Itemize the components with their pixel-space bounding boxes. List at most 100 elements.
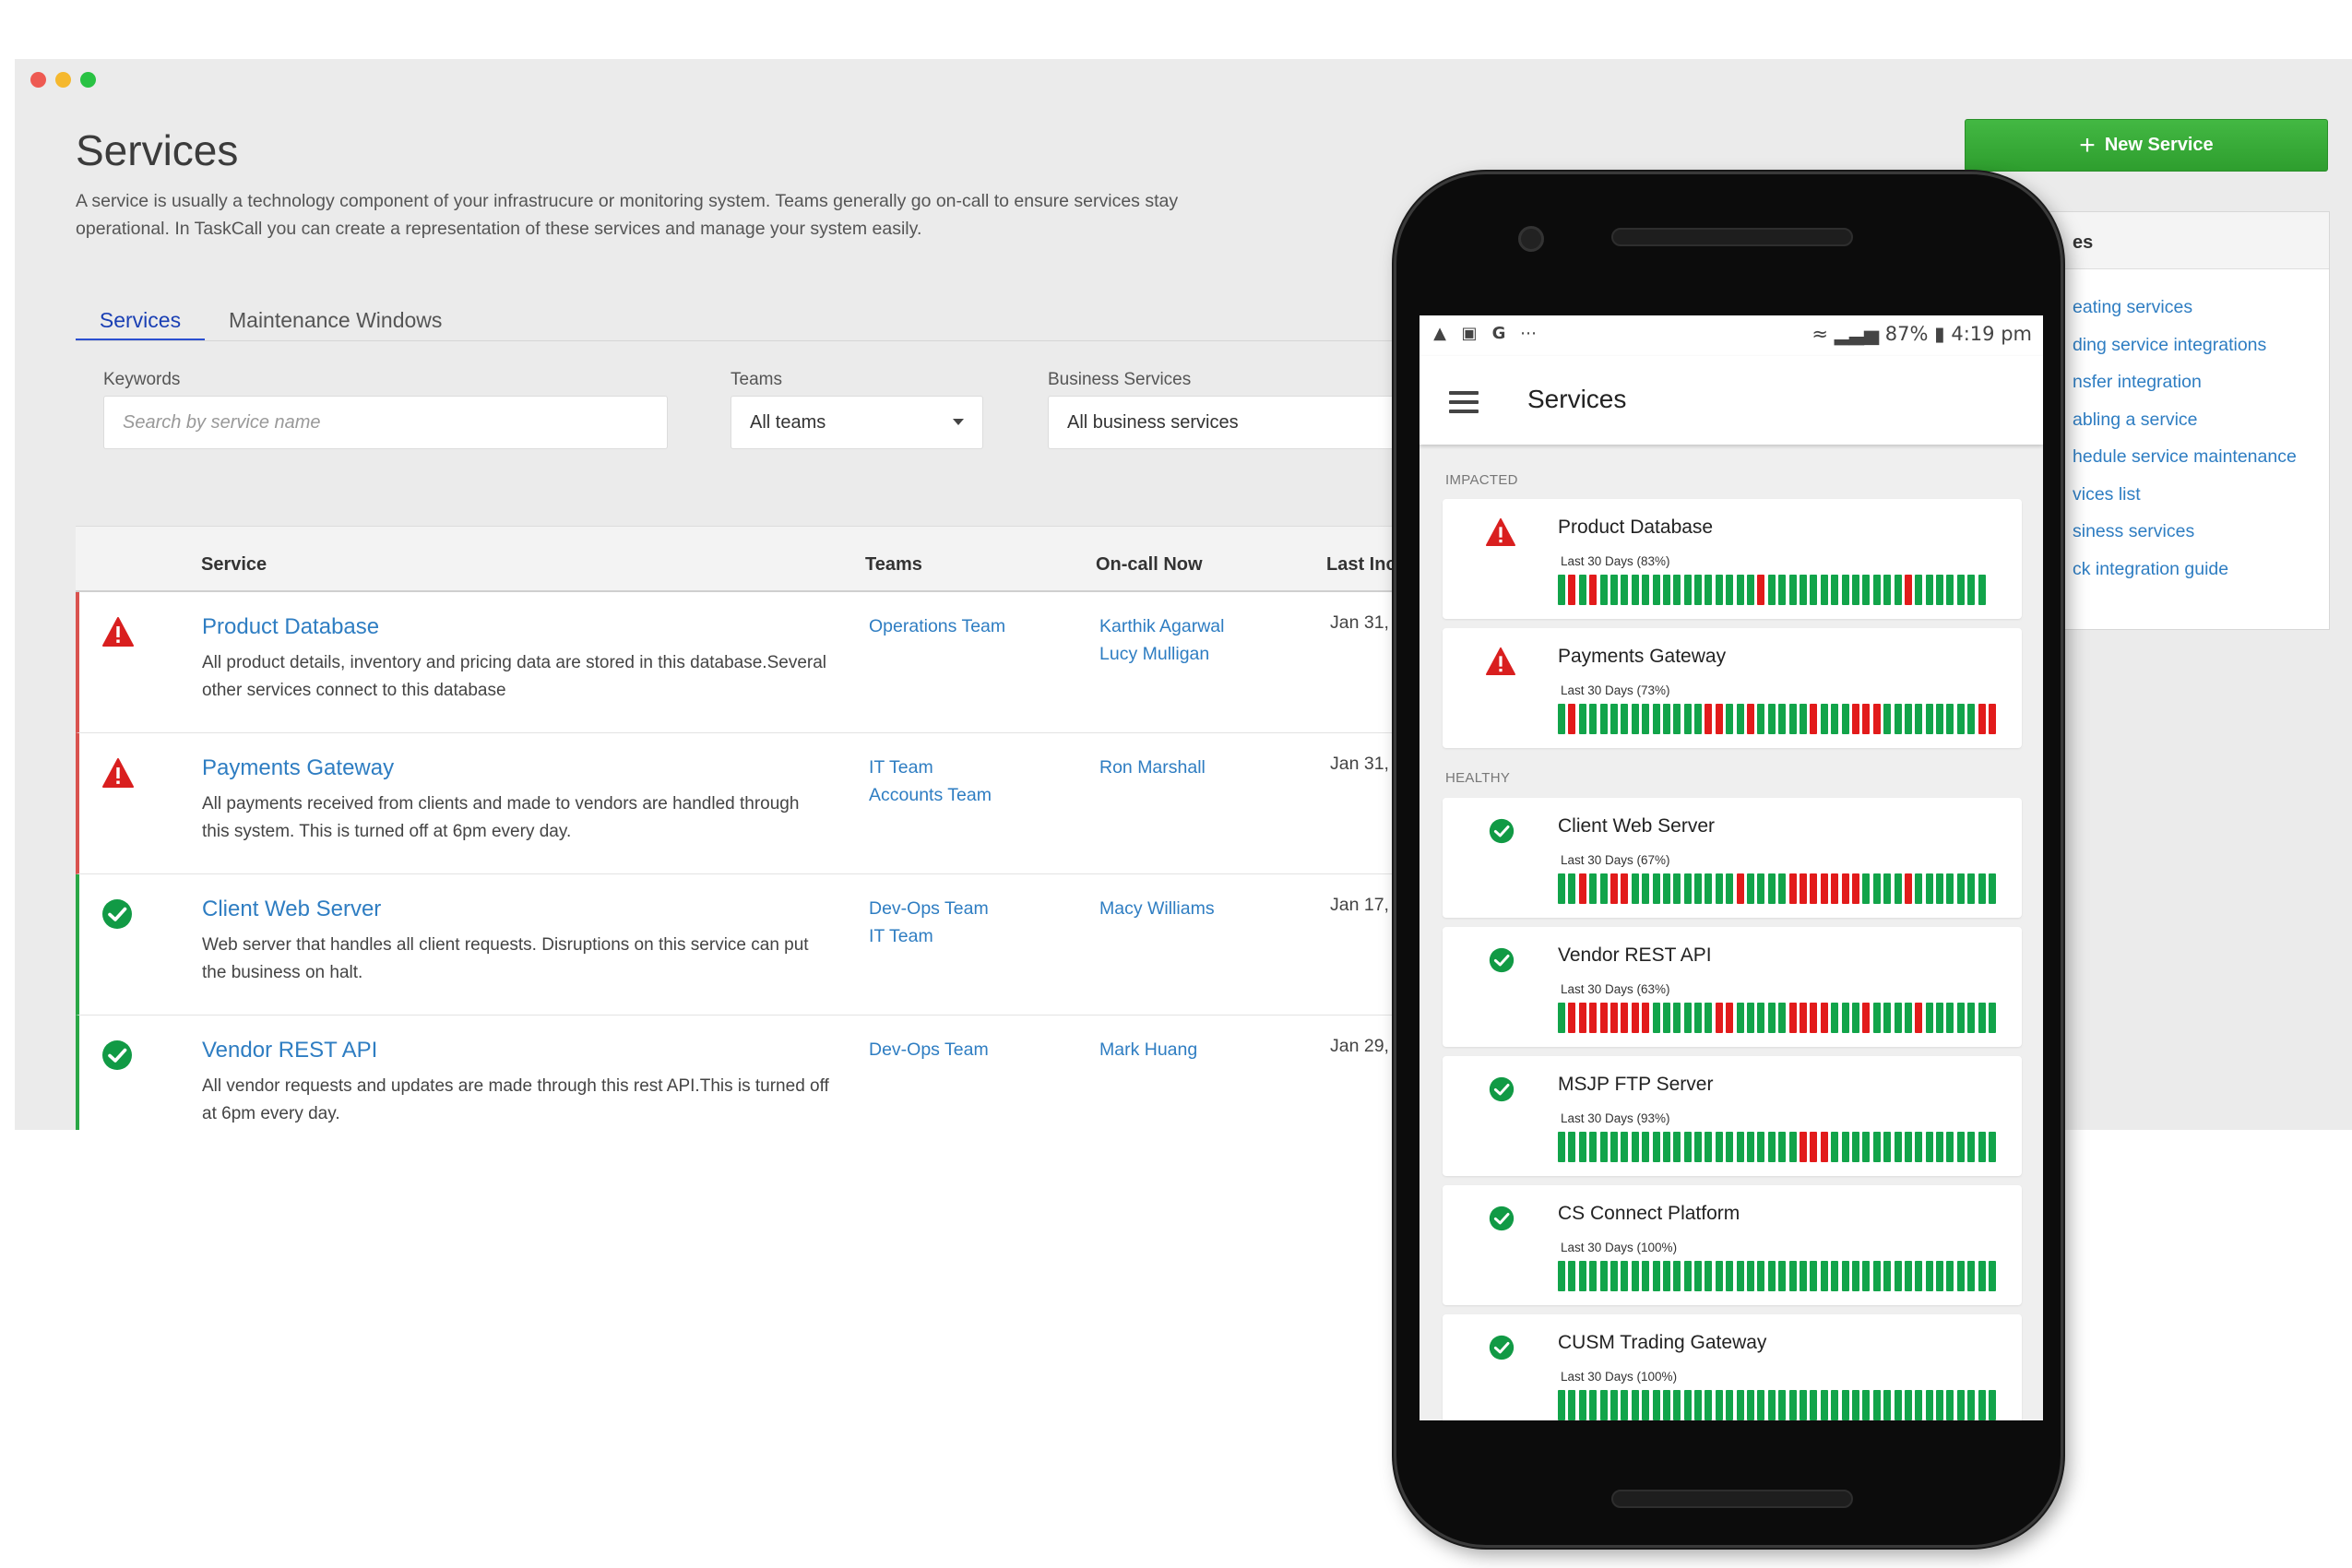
column-header-last-incident[interactable]: Last Inci [1326, 554, 1401, 576]
oncall-user-link[interactable]: Mark Huang [1099, 1036, 1197, 1063]
uptime-day-bar [1810, 1390, 1818, 1420]
help-link[interactable]: ck integration guide [2073, 559, 2329, 597]
uptime-day-bar [1946, 1261, 1954, 1291]
tab-services[interactable]: Services [76, 306, 205, 341]
uptime-day-bar [1883, 1390, 1892, 1420]
service-name-link[interactable]: Vendor REST API [202, 1038, 377, 1063]
team-link[interactable]: Accounts Team [869, 781, 992, 809]
uptime-day-bar [1621, 704, 1629, 734]
search-input[interactable]: Search by service name [103, 396, 668, 449]
service-card-name: Vendor REST API [1558, 944, 1712, 966]
service-card-name: CUSM Trading Gateway [1558, 1332, 1767, 1353]
uptime-day-bar [1662, 704, 1670, 734]
window-minimize-dot[interactable] [55, 72, 71, 88]
service-card[interactable]: Vendor REST API Last 30 Days (63%) [1443, 927, 2022, 1047]
table-row[interactable]: Payments Gateway All payments received fr… [76, 733, 1441, 874]
uptime-bars [1558, 1132, 1997, 1162]
uptime-day-bar [1778, 1390, 1787, 1420]
column-header-oncall[interactable]: On-call Now [1096, 554, 1203, 576]
check-circle-icon [1489, 947, 1520, 979]
warning-icon [1485, 517, 1516, 549]
table-row[interactable]: Vendor REST API All vendor requests and u… [76, 1016, 1441, 1130]
oncall-users: Macy Williams [1099, 895, 1215, 922]
uptime-day-bar [1831, 1003, 1839, 1033]
uptime-day-bar [1841, 575, 1849, 605]
service-card[interactable]: MSJP FTP Server Last 30 Days (93%) [1443, 1056, 2022, 1176]
service-card[interactable]: CS Connect Platform Last 30 Days (100%) [1443, 1185, 2022, 1305]
uptime-day-bar [1726, 873, 1734, 904]
business-services-select[interactable]: All business services [1048, 396, 1417, 449]
uptime-day-bar [1694, 1261, 1703, 1291]
service-card[interactable]: Payments Gateway Last 30 Days (73%) [1443, 628, 2022, 748]
uptime-day-bar [1978, 575, 1986, 605]
section-label: HEALTHY [1445, 770, 1511, 786]
uptime-day-bar [1956, 873, 1965, 904]
table-header: Service Teams On-call Now Last Inci [76, 526, 1441, 592]
table-row[interactable]: Client Web Server Web server that handles… [76, 874, 1441, 1016]
uptime-day-bar [1631, 1261, 1639, 1291]
uptime-day-bar [1652, 873, 1660, 904]
team-link[interactable]: Operations Team [869, 612, 1005, 640]
uptime-day-bar [1694, 704, 1703, 734]
uptime-day-bar [1642, 1003, 1650, 1033]
uptime-day-bar [1841, 1003, 1849, 1033]
uptime-day-bar [1862, 1003, 1871, 1033]
uptime-day-bar [1904, 1261, 1912, 1291]
uptime-day-bar [1810, 873, 1818, 904]
plus-icon: + [2079, 129, 2096, 160]
window-close-dot[interactable] [30, 72, 46, 88]
service-card[interactable]: Product Database Last 30 Days (83%) [1443, 499, 2022, 619]
uptime-day-bar [1747, 575, 1755, 605]
uptime-day-bar [1610, 704, 1618, 734]
service-name-link[interactable]: Product Database [202, 614, 379, 640]
oncall-user-link[interactable]: Lucy Mulligan [1099, 640, 1224, 668]
uptime-day-bar [1841, 1390, 1849, 1420]
new-service-button[interactable]: + New Service [1965, 119, 2328, 172]
oncall-user-link[interactable]: Macy Williams [1099, 895, 1215, 922]
uptime-day-bar [1862, 1132, 1871, 1162]
uptime-day-bar [1872, 575, 1881, 605]
help-link[interactable]: hedule service maintenance [2073, 446, 2329, 484]
uptime-day-bar [1989, 1390, 1997, 1420]
team-link[interactable]: Dev-Ops Team [869, 895, 989, 922]
oncall-user-link[interactable]: Ron Marshall [1099, 754, 1206, 781]
column-header-service[interactable]: Service [201, 554, 267, 576]
tab-maintenance-windows[interactable]: Maintenance Windows [229, 308, 442, 333]
help-link[interactable]: abling a service [2073, 410, 2329, 447]
help-link[interactable]: vices list [2073, 484, 2329, 522]
uptime-day-bar [1778, 704, 1787, 734]
team-link[interactable]: IT Team [869, 754, 992, 781]
uptime-day-bar [1683, 1132, 1692, 1162]
service-card[interactable]: CUSM Trading Gateway Last 30 Days (100%) [1443, 1314, 2022, 1420]
service-name-link[interactable]: Client Web Server [202, 897, 381, 922]
uptime-day-bar [1610, 1261, 1618, 1291]
column-header-teams[interactable]: Teams [865, 554, 922, 576]
uptime-day-bar [1978, 1390, 1986, 1420]
battery-icon: ▮ [1934, 323, 1945, 345]
help-link[interactable]: siness services [2073, 521, 2329, 559]
menu-icon[interactable] [1449, 391, 1479, 413]
uptime-day-bar [1736, 1390, 1744, 1420]
uptime-day-bar [1946, 575, 1954, 605]
help-link[interactable]: eating services [2073, 297, 2329, 335]
uptime-day-bar [1862, 1261, 1871, 1291]
teams-select[interactable]: All teams [731, 396, 983, 449]
help-link[interactable]: nsfer integration [2073, 372, 2329, 410]
help-link[interactable]: ding service integrations [2073, 335, 2329, 373]
uptime-day-bar [1757, 873, 1765, 904]
table-row[interactable]: Product Database All product details, inv… [76, 592, 1441, 733]
uptime-day-bar [1883, 704, 1892, 734]
team-link[interactable]: IT Team [869, 922, 989, 950]
team-link[interactable]: Dev-Ops Team [869, 1036, 989, 1063]
window-maximize-dot[interactable] [80, 72, 96, 88]
uptime-day-bar [1788, 704, 1797, 734]
service-name-link[interactable]: Payments Gateway [202, 755, 394, 781]
oncall-user-link[interactable]: Karthik Agarwal [1099, 612, 1224, 640]
uptime-label: Last 30 Days (67%) [1561, 853, 1670, 867]
uptime-day-bar [1578, 1003, 1586, 1033]
uptime-day-bar [1757, 1003, 1765, 1033]
uptime-day-bar [1851, 1132, 1859, 1162]
uptime-day-bar [1599, 873, 1608, 904]
service-card[interactable]: Client Web Server Last 30 Days (67%) [1443, 798, 2022, 918]
uptime-day-bar [1652, 1132, 1660, 1162]
